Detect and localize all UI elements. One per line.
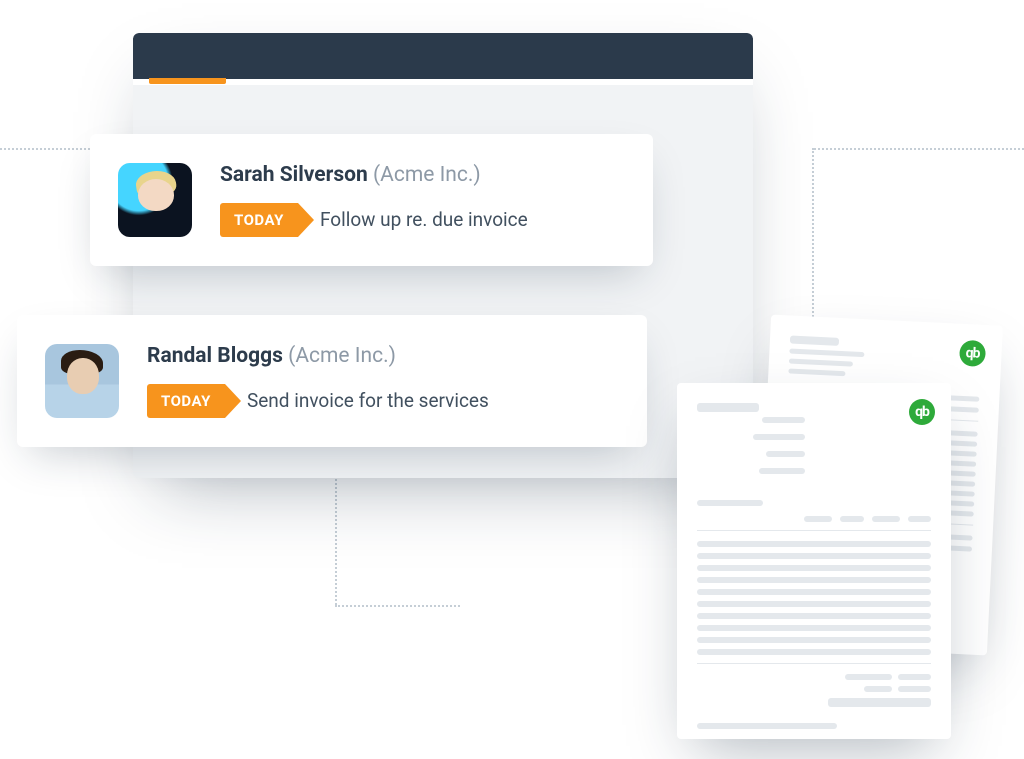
- task-card[interactable]: Randal Bloggs (Acme Inc.) TODAY Send inv…: [17, 315, 647, 447]
- task-description: Follow up re. due invoice: [320, 208, 528, 231]
- contact-company: (Acme Inc.): [288, 344, 396, 368]
- quickbooks-icon: qb: [959, 340, 986, 367]
- app-titlebar: [133, 33, 753, 79]
- contact-name: Randal Bloggs: [147, 344, 283, 368]
- avatar: [45, 344, 119, 418]
- task-description: Send invoice for the services: [247, 389, 489, 412]
- task-card[interactable]: Sarah Silverson (Acme Inc.) TODAY Follow…: [90, 134, 653, 266]
- tab-strip: [133, 79, 753, 85]
- date-badge: TODAY: [147, 384, 225, 418]
- contact-name: Sarah Silverson: [220, 163, 368, 187]
- task-title: Randal Bloggs (Acme Inc.): [147, 344, 619, 369]
- task-row: TODAY Follow up re. due invoice: [220, 203, 625, 237]
- connector-line: [0, 148, 90, 150]
- invoice-document: qb: [677, 383, 951, 739]
- avatar: [118, 163, 192, 237]
- connector-line: [814, 148, 1024, 150]
- connector-line: [335, 475, 337, 605]
- date-badge: TODAY: [220, 203, 298, 237]
- connector-line: [335, 605, 460, 607]
- task-title: Sarah Silverson (Acme Inc.): [220, 163, 625, 188]
- task-row: TODAY Send invoice for the services: [147, 384, 619, 418]
- quickbooks-icon: qb: [909, 399, 935, 425]
- task-card-body: Randal Bloggs (Acme Inc.) TODAY Send inv…: [147, 344, 619, 417]
- active-tab-indicator: [149, 78, 226, 84]
- task-card-body: Sarah Silverson (Acme Inc.) TODAY Follow…: [220, 163, 625, 236]
- contact-company: (Acme Inc.): [373, 163, 481, 187]
